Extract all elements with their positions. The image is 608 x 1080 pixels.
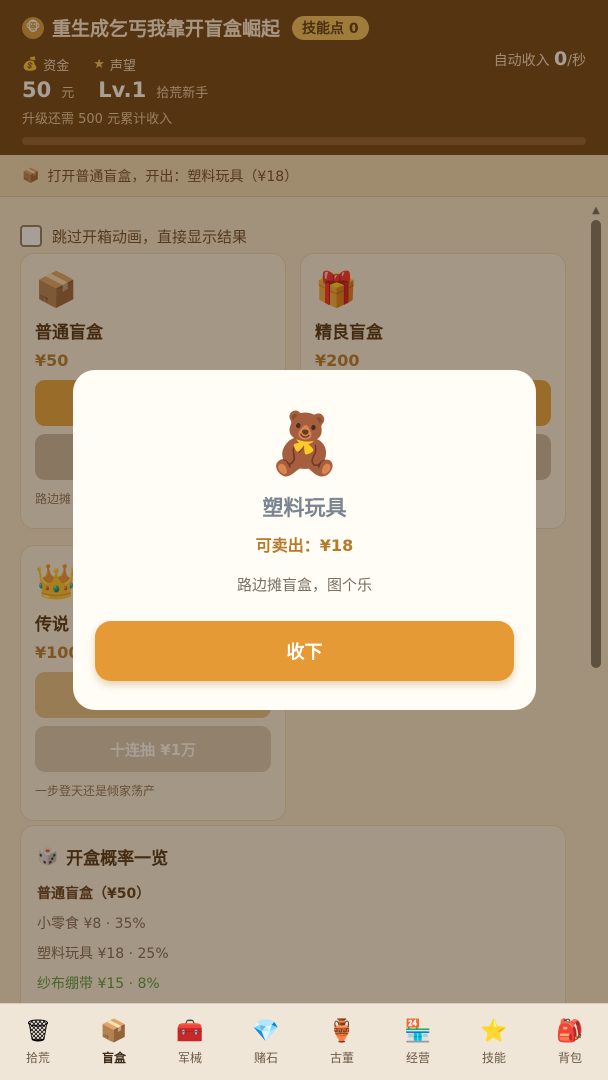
nav-item-armory[interactable]: 🧰 军械 [152, 1004, 228, 1080]
modal-overlay[interactable]: 🧸 塑料玩具 可卖出：¥18 路边摊盲盒，图个乐 收下 [0, 0, 608, 1003]
bottom-nav: 🗑 拾荒 📦 盲盒 🧰 军械 💎 赌石 🏺 古董 🏪 经营 ⭐ 技能 🎒 背包 [0, 1003, 608, 1080]
toolbox-icon: 🧰 [176, 1018, 204, 1044]
gem-icon: 💎 [252, 1018, 280, 1044]
nav-item-backpack[interactable]: 🎒 背包 [532, 1004, 608, 1080]
teddy-bear-icon: 🧸 [267, 409, 342, 479]
vase-icon: 🏺 [328, 1018, 356, 1044]
nav-item-scavenge[interactable]: 🗑 拾荒 [0, 1004, 76, 1080]
nav-item-blindbox[interactable]: 📦 盲盒 [76, 1004, 152, 1080]
result-modal: 🧸 塑料玩具 可卖出：¥18 路边摊盲盒，图个乐 收下 [73, 370, 536, 710]
box-icon: 📦 [100, 1018, 128, 1044]
nav-item-business[interactable]: 🏪 经营 [380, 1004, 456, 1080]
nav-item-skills[interactable]: ⭐ 技能 [456, 1004, 532, 1080]
item-name: 塑料玩具 [262, 496, 347, 520]
nav-item-antique[interactable]: 🏺 古董 [304, 1004, 380, 1080]
shop-icon: 🏪 [404, 1018, 432, 1044]
nav-item-gambling-stone[interactable]: 💎 赌石 [228, 1004, 304, 1080]
backpack-icon: 🎒 [556, 1018, 584, 1044]
sell-price: 可卖出：¥18 [255, 536, 354, 555]
star-icon: ⭐ [480, 1018, 508, 1044]
trash-can-icon: 🗑 [24, 1018, 52, 1044]
accept-button[interactable]: 收下 [95, 621, 514, 681]
item-description: 路边摊盲盒，图个乐 [236, 576, 372, 594]
